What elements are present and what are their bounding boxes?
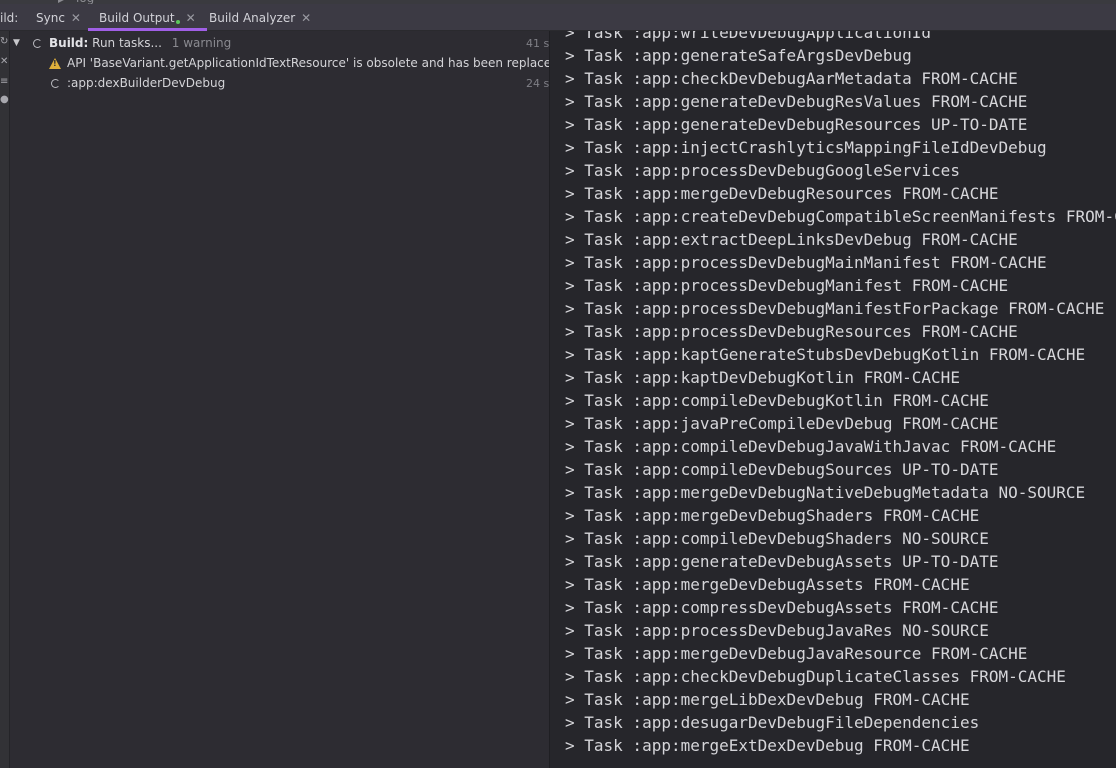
tool-window-tabbar: ild: Sync ✕ Build Output ✕ Build Analyze… [0,4,1116,31]
toolbar-action-icon[interactable]: ≡ [0,77,8,87]
console-output: > Task :app:writeDevDebugApplicationId > … [565,31,1116,757]
build-root-summary: 1 warning [171,36,232,50]
console-line: > Task :app:generateDevDebugResources UP… [565,115,1028,134]
tab-build-output-label: Build Output [99,10,175,25]
console-line: > Task :app:mergeLibDexDevDebug FROM-CAC… [565,690,970,709]
spinner-icon [51,78,60,88]
console-line: > Task :app:processDevDebugManifestForPa… [565,299,1105,318]
console-line: > Task :app:injectCrashlyticsMappingFile… [565,138,1047,157]
build-tool-window: ▶ log ild: Sync ✕ Build Output ✕ Build A… [0,0,1116,768]
console-line: > Task :app:mergeDevDebugResources FROM-… [565,184,999,203]
close-icon[interactable]: ✕ [71,11,81,25]
tool-window-title: ild: [0,11,19,25]
console-line: > Task :app:generateSafeArgsDevDebug [565,46,912,65]
console-line: > Task :app:mergeDevDebugJavaResource FR… [565,644,1028,663]
console-line: > Task :app:processDevDebugMainManifest … [565,253,1047,272]
console-line: > Task :app:extractDeepLinksDevDebug FRO… [565,230,1018,249]
close-icon[interactable]: ✕ [301,11,311,25]
close-icon[interactable]: ✕ [186,11,196,25]
console-line: > Task :app:compileDevDebugShaders NO-SO… [565,529,989,548]
console-line: > Task :app:processDevDebugGoogleService… [565,161,960,180]
toolbar-action-icon[interactable]: ✕ [0,57,8,67]
console-line: > Task :app:writeDevDebugApplicationId [565,31,932,42]
tab-sync[interactable]: Sync ✕ [36,4,81,31]
build-root-title: Build: [49,36,89,50]
task-time: 24 s [526,76,549,90]
build-tree: ▼ Build: Run tasks... 1 warning 41 s API… [10,31,549,768]
tree-row-build[interactable]: ▼ Build: Run tasks... 1 warning 41 s [10,33,549,53]
console-line: > Task :app:mergeDevDebugNativeDebugMeta… [565,483,1086,502]
build-root-time: 41 s [526,36,549,50]
console-line: > Task :app:processDevDebugResources FRO… [565,322,1018,341]
expand-caret-icon[interactable]: ▼ [13,38,20,48]
console-line: > Task :app:generateDevDebugResValues FR… [565,92,1028,111]
tab-build-output[interactable]: Build Output ✕ [88,4,207,31]
console-line: > Task :app:compileDevDebugJavaWithJavac… [565,437,1057,456]
tab-sync-label: Sync [36,10,65,25]
running-indicator-icon [175,19,180,24]
tab-build-analyzer[interactable]: Build Analyzer ✕ [209,4,311,31]
spinner-icon [33,38,42,48]
console-line: > Task :app:processDevDebugManifest FROM… [565,276,1009,295]
console-line: > Task :app:generateDevDebugAssets UP-TO… [565,552,999,571]
console-line: > Task :app:compressDevDebugAssets FROM-… [565,598,999,617]
console-line: > Task :app:kaptDevDebugKotlin FROM-CACH… [565,368,960,387]
build-console[interactable]: > Task :app:writeDevDebugApplicationId > … [549,31,1116,768]
toolbar-action-icon[interactable]: ↻ [0,37,8,47]
toolbar-action-icon[interactable]: ● [0,95,9,105]
console-line: > Task :app:mergeExtDexDevDebug FROM-CAC… [565,736,970,755]
console-line: > Task :app:compileDevDebugSources UP-TO… [565,460,999,479]
console-line: > Task :app:checkDevDebugDuplicateClasse… [565,667,1066,686]
console-line: > Task :app:compileDevDebugKotlin FROM-C… [565,391,989,410]
console-line: > Task :app:createDevDebugCompatibleScre… [565,207,1116,226]
console-line: > Task :app:mergeDevDebugAssets FROM-CAC… [565,575,970,594]
build-root-status: Run tasks... [92,36,162,50]
task-name: :app:dexBuilderDevDebug [67,76,226,90]
warning-message: API 'BaseVariant.getApplicationIdTextRes… [67,56,549,70]
console-line: > Task :app:processDevDebugJavaRes NO-SO… [565,621,989,640]
tab-build-analyzer-label: Build Analyzer [209,10,296,25]
console-line: > Task :app:javaPreCompileDevDebug FROM-… [565,414,999,433]
warning-icon [49,57,61,69]
console-line: > Task :app:desugarDevDebugFileDependenc… [565,713,980,732]
console-line: > Task :app:kaptGenerateStubsDevDebugKot… [565,345,1086,364]
side-toolbar: ↻ ✕ ≡ ● [0,31,10,768]
tree-row-task[interactable]: :app:dexBuilderDevDebug 24 s [10,73,549,93]
console-line: > Task :app:checkDevDebugAarMetadata FRO… [565,69,1018,88]
tree-row-warning[interactable]: API 'BaseVariant.getApplicationIdTextRes… [10,53,549,73]
console-line: > Task :app:mergeDevDebugShaders FROM-CA… [565,506,980,525]
